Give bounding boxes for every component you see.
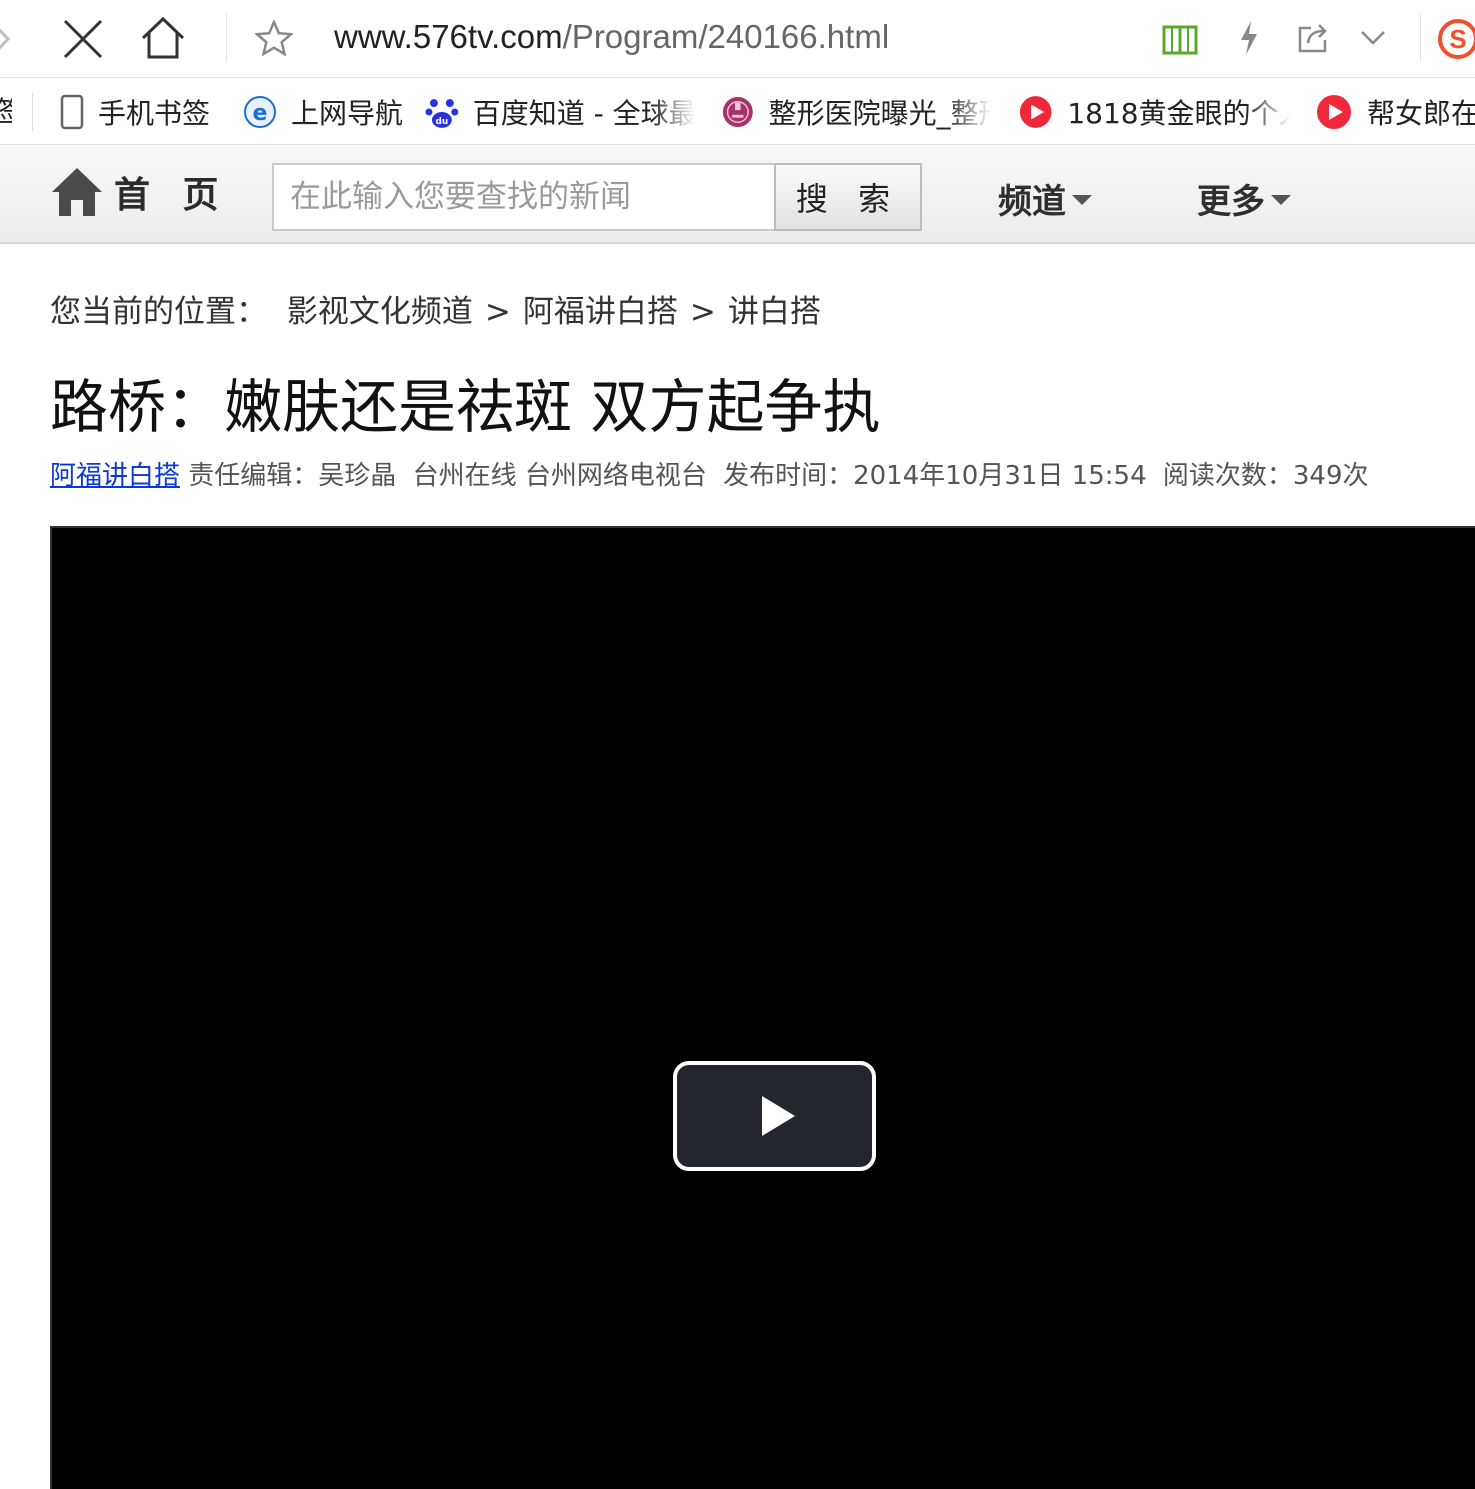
column-link[interactable]: 阿福讲白搭: [50, 461, 180, 491]
chevron-down-icon[interactable]: [1360, 30, 1386, 46]
bookmark-baidu-zhidao[interactable]: du 百度知道 - 全球最: [425, 79, 695, 144]
bookmark-label: 1818黄金眼的个人: [1067, 97, 1290, 130]
ie-icon: e: [244, 96, 276, 128]
caret-down-icon: [1072, 194, 1092, 205]
url-field[interactable]: www.576tv.com/Program/240166.html: [334, 18, 889, 56]
star-icon[interactable]: [255, 20, 293, 56]
share-icon[interactable]: [1297, 22, 1329, 54]
menu-channel-label: 频道: [998, 182, 1066, 222]
lightning-icon[interactable]: [1238, 20, 1260, 56]
breadcrumb-separator: >: [689, 294, 716, 330]
weibo-video-icon: [1019, 96, 1052, 128]
home-icon: [52, 168, 102, 216]
svg-text:e: e: [253, 101, 268, 126]
editor: 责任编辑：吴珍晶: [188, 461, 397, 491]
back-icon[interactable]: [0, 22, 14, 56]
divider: [32, 93, 33, 131]
search-input[interactable]: [272, 163, 776, 231]
bookmark-hospital[interactable]: 整形医院曝光_整形: [721, 79, 991, 144]
breadcrumb-separator: >: [484, 294, 511, 330]
source: 台州在线 台州网络电视台: [412, 461, 707, 491]
breadcrumb: 您当前的位置： 影视文化频道 > 阿福讲白搭 > 讲白搭: [50, 286, 821, 331]
menu-more-label: 更多: [1197, 182, 1265, 222]
menu-channel[interactable]: 频道: [998, 174, 1092, 223]
read-count: 阅读次数：349次: [1162, 461, 1369, 491]
site-nav: 首 页 搜 索 频道 更多: [0, 146, 1475, 244]
bookmark-label: 上网导航: [291, 97, 404, 130]
close-icon[interactable]: [62, 18, 104, 60]
play-icon: [762, 1096, 795, 1136]
article-meta: 阿福讲白搭 责任编辑：吴珍晶 台州在线 台州网络电视台 发布时间：2014年10…: [50, 455, 1377, 492]
article-title: 路桥：嫩肤还是祛斑 双方起争执: [50, 373, 881, 441]
video-player[interactable]: [50, 526, 1475, 1489]
svg-text:S: S: [1449, 24, 1466, 54]
play-button[interactable]: [673, 1061, 876, 1171]
url-domain: www.576tv.com: [334, 18, 563, 55]
bookmark-item-cut[interactable]: 签: [0, 79, 12, 144]
bookmark-label: 帮女郎在: [1367, 97, 1475, 130]
phone-icon: [60, 94, 84, 130]
search-button[interactable]: 搜 索: [774, 163, 922, 231]
home-link[interactable]: 首 页: [50, 166, 229, 218]
hospital-icon: [722, 97, 753, 127]
sogou-icon[interactable]: S: [1437, 18, 1475, 60]
reader-icon[interactable]: [1162, 22, 1198, 56]
divider: [226, 14, 227, 62]
publish-time: 发布时间：2014年10月31日 15:54: [723, 461, 1147, 491]
bookmark-1818[interactable]: 1818黄金眼的个人: [1018, 79, 1290, 144]
home-label: 首 页: [114, 175, 229, 216]
breadcrumb-prefix: 您当前的位置：: [50, 294, 267, 330]
breadcrumb-item[interactable]: 影视文化频道: [287, 294, 473, 330]
divider: [1420, 14, 1421, 62]
caret-down-icon: [1271, 194, 1291, 205]
weibo-video-icon: [1317, 95, 1351, 129]
bookmark-label: 手机书签: [98, 97, 211, 130]
baidu-icon: du: [425, 99, 459, 128]
bookmark-mobile[interactable]: 手机书签: [60, 79, 211, 144]
menu-more[interactable]: 更多: [1197, 174, 1291, 223]
bookmarks-bar: 签 手机书签 e 上网导航 du 百度知道 - 全球最 整形医院曝光_整形: [0, 79, 1475, 145]
browser-address-bar: www.576tv.com/Program/240166.html S: [0, 0, 1475, 78]
breadcrumb-item[interactable]: 阿福讲白搭: [523, 294, 678, 330]
home-icon[interactable]: [140, 16, 186, 60]
url-path: /Program/240166.html: [562, 18, 890, 55]
svg-text:du: du: [436, 117, 449, 127]
breadcrumb-item[interactable]: 讲白搭: [728, 294, 821, 330]
bookmark-bangnvlang[interactable]: 帮女郎在: [1315, 79, 1475, 144]
bookmark-navigation[interactable]: e 上网导航: [243, 79, 404, 144]
bookmark-label: 百度知道 - 全球最: [472, 97, 695, 130]
bookmark-label: 整形医院曝光_整形: [768, 97, 991, 130]
